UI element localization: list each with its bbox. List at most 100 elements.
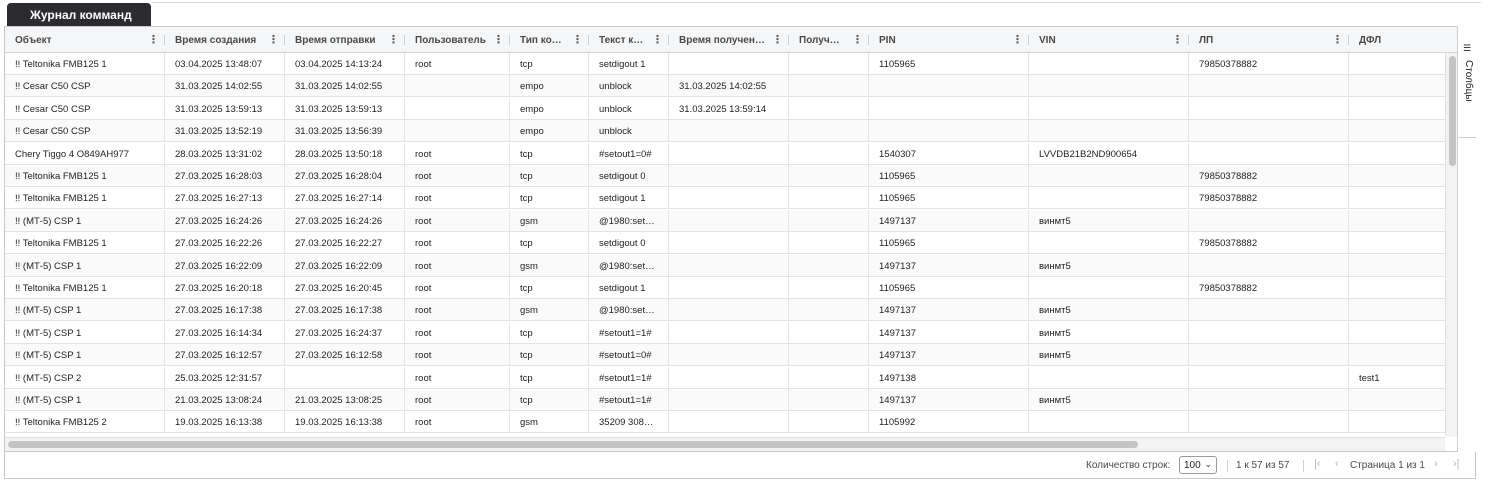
table-cell: 1105965 xyxy=(869,277,1029,299)
table-cell: 27.03.2025 16:22:26 xyxy=(165,232,285,255)
table-cell xyxy=(789,209,869,232)
table-cell: 27.03.2025 16:14:34 xyxy=(165,321,285,344)
table-row[interactable]: !! Teltonika FMB125 1 27.03.2025 16:22:26… xyxy=(5,232,1445,255)
table-cell: 27.03.2025 16:12:57 xyxy=(165,344,285,367)
table-cell: empo xyxy=(510,97,589,120)
table-row[interactable]: !! (МТ-5) CSP 1 27.03.2025 16:12:57 27.03.… xyxy=(5,344,1445,367)
table-row[interactable]: !! Teltonika FMB125 2 19.03.2025 16:13:38… xyxy=(5,411,1445,434)
table-cell: tcp xyxy=(510,165,589,187)
tab-command-log[interactable]: Журнал комманд xyxy=(7,3,151,26)
table-cell: 1497137 xyxy=(869,344,1029,367)
table-row[interactable]: !! (МТ-5) CSP 1 27.03.2025 16:22:09 27.03.… xyxy=(5,254,1445,277)
column-header-label: VIN xyxy=(1039,35,1056,46)
column-header[interactable]: Пользователь xyxy=(405,27,492,52)
tab-strip: Журнал комманд xyxy=(0,0,1491,26)
table-row[interactable]: !! Teltonika FMB125 1 27.03.2025 16:27:13… xyxy=(5,187,1445,210)
table-cell xyxy=(669,232,789,255)
table-cell: 03.04.2025 13:48:07 xyxy=(165,53,285,75)
table-row[interactable]: !! (МТ-5) CSP 1 27.03.2025 16:14:34 27.03.… xyxy=(5,321,1445,344)
column-header-label: Пользователь xyxy=(415,35,486,46)
table-cell xyxy=(1349,210,1445,232)
table-cell: #setout1=0# xyxy=(589,142,669,165)
table-cell xyxy=(1189,120,1349,143)
table-cell: 27.03.2025 16:27:13 xyxy=(165,187,285,210)
table-cell xyxy=(1349,322,1445,344)
table-cell xyxy=(405,97,510,120)
table-cell xyxy=(1189,411,1349,434)
table-cell: test1 xyxy=(1349,367,1445,389)
table-cell xyxy=(1189,75,1349,98)
table-cell xyxy=(789,411,869,434)
kebab-icon[interactable]: ⋮ xyxy=(1012,33,1023,47)
kebab-icon[interactable]: ⋮ xyxy=(268,33,279,47)
table-cell xyxy=(1029,232,1189,255)
kebab-icon[interactable]: ⋮ xyxy=(652,33,663,47)
table-row[interactable]: !! Teltonika FMB125 1 27.03.2025 16:28:03… xyxy=(5,165,1445,187)
kebab-icon[interactable]: ⋮ xyxy=(852,33,863,47)
column-header[interactable]: Время создания xyxy=(165,27,267,52)
table-row[interactable]: !! (МТ-5) CSP 2 25.03.2025 12:31:57 root tc… xyxy=(5,366,1445,389)
column-header[interactable]: Получ… xyxy=(789,27,851,52)
horizontal-scrollbar[interactable] xyxy=(5,437,1445,451)
table-cell: !! (МТ-5) CSP 1 xyxy=(5,389,165,411)
table-row[interactable]: !! Teltonika FMB125 1 03.04.2025 13:48:07… xyxy=(5,53,1445,75)
table-cell xyxy=(789,321,869,344)
table-row[interactable]: !! Teltonika FMB125 1 27.03.2025 16:20:18… xyxy=(5,277,1445,299)
columns-panel-toggle[interactable]: ☰ Столбцы xyxy=(1458,42,1476,138)
table-cell: root xyxy=(405,187,510,210)
column-header[interactable]: Время получен… xyxy=(669,27,771,52)
last-page-icon[interactable]: ›| xyxy=(1453,458,1460,470)
column-header[interactable]: Объект xyxy=(5,27,147,52)
table-cell xyxy=(869,97,1029,120)
table-row[interactable]: !! (МТ-5) CSP 1 27.03.2025 16:24:26 27.03.… xyxy=(5,209,1445,232)
vertical-scroll-thumb[interactable] xyxy=(1449,56,1456,166)
column-header[interactable]: VIN xyxy=(1029,27,1171,52)
column-header[interactable]: Время отправки xyxy=(285,27,387,52)
table-cell xyxy=(1189,97,1349,120)
table-row[interactable]: !! (МТ-5) CSP 1 27.03.2025 16:17:38 27.03.… xyxy=(5,299,1445,322)
grid-body: !! Teltonika FMB125 1 03.04.2025 13:48:07… xyxy=(5,53,1445,437)
rows-per-page-value: 100 xyxy=(1184,460,1201,471)
column-header[interactable]: ЛП xyxy=(1189,27,1331,52)
first-page-icon[interactable]: |‹ xyxy=(1314,458,1321,470)
table-cell: tcp xyxy=(510,142,589,165)
kebab-icon[interactable]: ⋮ xyxy=(772,33,783,47)
table-cell: 1105965 xyxy=(869,232,1029,255)
table-cell: 25.03.2025 12:31:57 xyxy=(165,366,285,389)
columns-icon: ☰ xyxy=(1463,44,1473,54)
table-cell xyxy=(789,254,869,277)
kebab-icon[interactable]: ⋮ xyxy=(1172,33,1183,47)
table-cell: 79850378882 xyxy=(1189,187,1349,210)
table-row[interactable]: !! Cesar C50 CSP 31.03.2025 13:59:13 31.03… xyxy=(5,97,1445,120)
column-header[interactable]: Текст к… xyxy=(589,27,651,52)
column-header[interactable]: Тип ко… xyxy=(510,27,571,52)
table-cell xyxy=(1349,255,1445,277)
table-row[interactable]: !! Cesar C50 CSP 31.03.2025 13:52:19 31.03… xyxy=(5,120,1445,143)
kebab-icon[interactable]: ⋮ xyxy=(1332,33,1343,47)
table-cell xyxy=(1029,120,1189,143)
kebab-icon[interactable]: ⋮ xyxy=(388,33,399,47)
table-row[interactable]: !! Cesar C50 CSP 31.03.2025 14:02:55 31.03… xyxy=(5,75,1445,98)
table-cell: setdigout 1 xyxy=(589,53,669,75)
table-cell: 1105992 xyxy=(869,411,1029,434)
table-row[interactable]: Chery Tiggo 4 О849АН977 28.03.2025 13:31:… xyxy=(5,142,1445,165)
column-header[interactable]: ДФЛ xyxy=(1349,27,1441,52)
table-cell xyxy=(1349,98,1445,120)
table-cell: unblock xyxy=(589,75,669,98)
horizontal-scroll-thumb[interactable] xyxy=(8,441,1138,448)
table-cell: #setout1=1# xyxy=(589,321,669,344)
column-header-label: Текст к… xyxy=(599,35,644,46)
rows-per-page-select[interactable]: 100 ⌄ xyxy=(1179,456,1217,474)
table-cell: LVVDB21B2ND900654 xyxy=(1029,142,1189,165)
next-page-icon[interactable]: › xyxy=(1434,458,1438,470)
grid-header: Объект ⋮ Время создания ⋮ Время отправки ⋮ Пол… xyxy=(5,27,1459,53)
kebab-icon[interactable]: ⋮ xyxy=(493,33,504,47)
table-cell: tcp xyxy=(510,277,589,299)
table-cell xyxy=(789,75,869,98)
prev-page-icon[interactable]: ‹ xyxy=(1335,458,1339,470)
column-header[interactable]: PIN xyxy=(869,27,1011,52)
table-cell xyxy=(669,344,789,367)
table-row[interactable]: !! (МТ-5) CSP 1 21.03.2025 13:08:24 21.03.… xyxy=(5,389,1445,411)
kebab-icon[interactable]: ⋮ xyxy=(148,33,159,47)
kebab-icon[interactable]: ⋮ xyxy=(572,33,583,47)
